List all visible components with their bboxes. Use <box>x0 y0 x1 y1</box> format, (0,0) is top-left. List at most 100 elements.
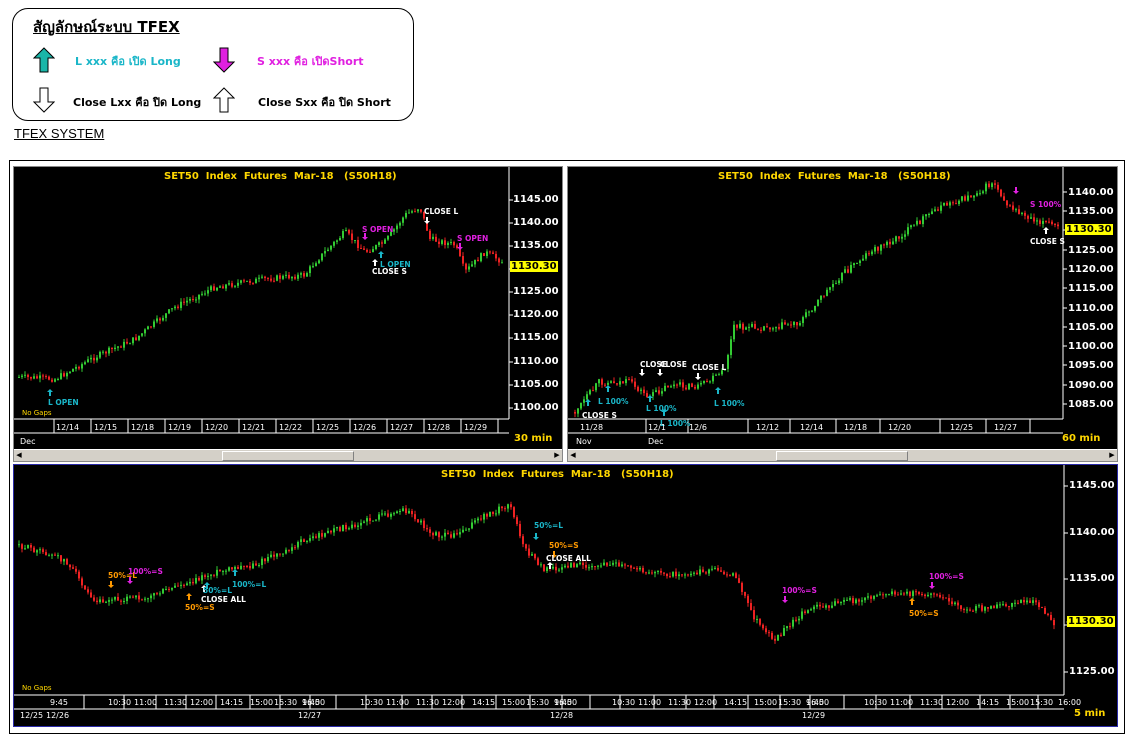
candle-body <box>285 549 287 554</box>
horizontal-scrollbar[interactable]: ◀ ▶ <box>14 449 562 461</box>
scroll-left-icon[interactable]: ◀ <box>568 450 578 460</box>
candle-body <box>126 596 128 601</box>
candle-body <box>147 326 149 330</box>
legend-short-open-label: S xxx คือ เปิดShort <box>257 55 364 68</box>
chart-panel-30min[interactable]: SET50 Index Futures Mar-18 (S50H18) 1145… <box>13 166 563 462</box>
candle-body <box>384 513 386 515</box>
candle-body <box>156 318 158 322</box>
candle-body <box>132 337 134 344</box>
candle-body <box>916 220 918 225</box>
signal-up-arrow <box>585 399 591 406</box>
candle-body <box>159 593 161 595</box>
candle-body <box>189 581 191 584</box>
candle-body <box>393 229 395 232</box>
candle-body <box>835 283 837 285</box>
candle-body <box>990 606 992 609</box>
candle-body <box>825 605 827 608</box>
x-tick: 10:30 <box>612 698 636 707</box>
candle-body <box>861 600 863 602</box>
candle-body <box>966 609 968 611</box>
candle-body <box>615 562 617 564</box>
candle-body <box>939 594 941 598</box>
candle-body <box>390 513 392 517</box>
candle-body <box>264 558 266 562</box>
candle-body <box>892 241 894 245</box>
candle-body <box>123 600 125 602</box>
candle-body <box>598 379 600 384</box>
candle-body <box>402 508 404 511</box>
day-label: 12/28 <box>550 711 574 720</box>
candle-body <box>126 341 128 344</box>
y-tick: 1145.00 <box>1069 480 1115 491</box>
no-gaps-label: No Gaps <box>22 684 52 692</box>
scroll-thumb[interactable] <box>776 451 908 461</box>
scroll-right-icon[interactable]: ▶ <box>552 450 562 460</box>
candle-body <box>435 532 437 536</box>
candle-body <box>537 558 539 565</box>
candle-body <box>828 605 830 608</box>
x-tick: 14:15 <box>472 698 496 707</box>
signal-down-arrow <box>1013 187 1019 194</box>
month-label: Nov <box>576 437 592 446</box>
candle-body <box>360 522 362 526</box>
candle-body <box>1023 600 1025 603</box>
candle-body <box>165 588 167 590</box>
day-label: 12/29 <box>802 711 826 720</box>
day-label: 12/27 <box>298 711 322 720</box>
candle-body <box>951 601 953 605</box>
candle-body <box>312 266 314 268</box>
y-tick: 1095.00 <box>1068 360 1114 371</box>
candle-body <box>408 212 410 214</box>
candle-body <box>627 565 629 567</box>
chart-panel-60min[interactable]: SET50 Index Futures Mar-18 (S50H18) 1140… <box>567 166 1118 462</box>
candle-body <box>78 571 80 579</box>
candle-body <box>228 567 230 571</box>
candle-body <box>354 524 356 527</box>
up-arrow-teal-icon <box>33 47 55 73</box>
candle-body <box>717 567 719 571</box>
candle-body <box>591 566 593 568</box>
scroll-right-icon[interactable]: ▶ <box>1107 450 1117 460</box>
candle-body <box>618 562 620 567</box>
candle-body <box>54 554 56 556</box>
x-tick: 12/28 <box>427 423 451 432</box>
candle-body <box>898 236 900 239</box>
candle-body <box>903 593 905 595</box>
x-tick: 11/28 <box>580 423 604 432</box>
candle-body <box>222 570 224 572</box>
candle-body <box>877 247 879 251</box>
chart-panel-5min[interactable]: SET50 Index Futures Mar-18 (S50H18) 1145… <box>13 464 1118 727</box>
candle-body <box>171 308 173 310</box>
candle-body <box>180 301 182 308</box>
candle-body <box>958 200 960 204</box>
candle-body <box>582 562 584 566</box>
candle-body <box>294 547 296 549</box>
y-tick: 1125.00 <box>1068 245 1114 256</box>
candle-body <box>564 565 566 568</box>
x-tick: 10:30 <box>360 698 384 707</box>
candle-body <box>883 244 885 246</box>
candle-body <box>60 555 62 562</box>
candle-body <box>189 298 191 301</box>
candle-body <box>525 544 527 549</box>
candle-body <box>198 577 200 581</box>
x-tick: 10:30 <box>864 698 888 707</box>
candle-body <box>252 282 254 284</box>
candle-body <box>132 596 134 598</box>
candle-body <box>486 251 488 256</box>
candle-body <box>330 245 332 250</box>
candle-body <box>111 599 113 601</box>
x-tick: 12/19 <box>168 423 192 432</box>
scroll-left-icon[interactable]: ◀ <box>14 450 24 460</box>
candle-body <box>837 601 839 604</box>
horizontal-scrollbar[interactable]: ◀ ▶ <box>568 449 1117 461</box>
candle-body <box>1042 221 1044 224</box>
candle-body <box>889 241 891 245</box>
signal-label: CLOSE S <box>372 267 407 276</box>
candle-body <box>333 528 335 533</box>
candle-body <box>150 595 152 599</box>
scroll-thumb[interactable] <box>222 451 354 461</box>
candle-body <box>961 196 963 201</box>
candle-body <box>42 375 44 377</box>
candle-body <box>850 265 852 273</box>
